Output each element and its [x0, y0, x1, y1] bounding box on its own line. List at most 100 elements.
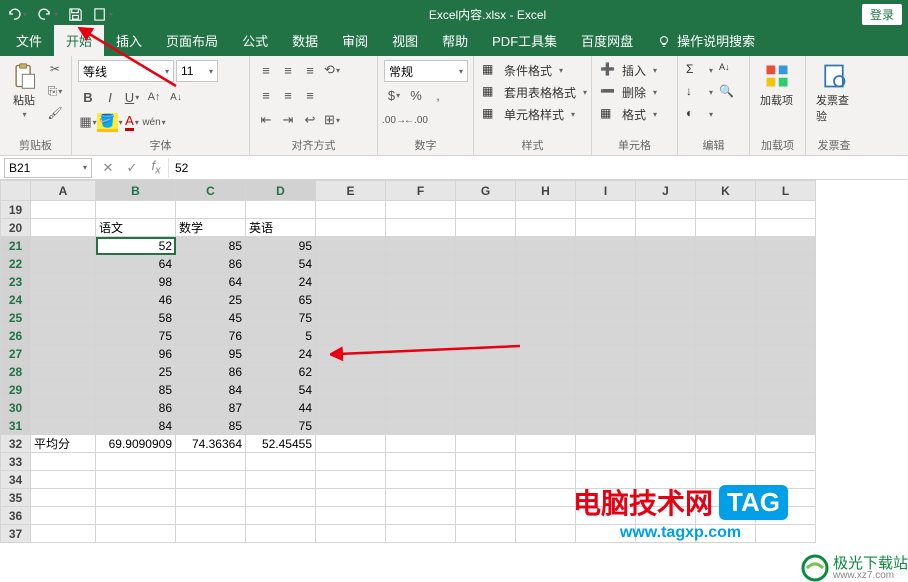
cell-B23[interactable]: 98 [96, 273, 176, 291]
row-header-28[interactable]: 28 [1, 363, 31, 381]
cell-D30[interactable]: 44 [246, 399, 316, 417]
formula-input[interactable]: 52 [168, 158, 908, 178]
cell-E22[interactable] [316, 255, 386, 273]
cell-C31[interactable]: 85 [176, 417, 246, 435]
orientation-icon[interactable]: ⟲▾ [322, 60, 342, 80]
cell-D19[interactable] [246, 201, 316, 219]
cell-F36[interactable] [386, 507, 456, 525]
cell-D25[interactable]: 75 [246, 309, 316, 327]
cell-C34[interactable] [176, 471, 246, 489]
cell-L19[interactable] [756, 201, 816, 219]
cell-C30[interactable]: 87 [176, 399, 246, 417]
cell-A32[interactable]: 平均分 [31, 435, 96, 453]
cell-J27[interactable] [636, 345, 696, 363]
row-header-29[interactable]: 29 [1, 381, 31, 399]
cancel-formula-icon[interactable]: ✕ [96, 158, 120, 178]
bold-icon[interactable]: B [78, 87, 98, 107]
cell-D26[interactable]: 5 [246, 327, 316, 345]
column-header-L[interactable]: L [756, 181, 816, 201]
cell-F23[interactable] [386, 273, 456, 291]
enter-formula-icon[interactable]: ✓ [120, 158, 144, 178]
row-header-26[interactable]: 26 [1, 327, 31, 345]
column-header-E[interactable]: E [316, 181, 386, 201]
cell-I22[interactable] [576, 255, 636, 273]
cell-D33[interactable] [246, 453, 316, 471]
cell-K20[interactable] [696, 219, 756, 237]
cell-J25[interactable] [636, 309, 696, 327]
cell-D35[interactable] [246, 489, 316, 507]
cell-L33[interactable] [756, 453, 816, 471]
column-header-A[interactable]: A [31, 181, 96, 201]
cell-H23[interactable] [516, 273, 576, 291]
cell-D29[interactable]: 54 [246, 381, 316, 399]
cell-B22[interactable]: 64 [96, 255, 176, 273]
addin-button[interactable]: 加载项 [756, 60, 797, 110]
cell-E23[interactable] [316, 273, 386, 291]
cell-E34[interactable] [316, 471, 386, 489]
cell-B34[interactable] [96, 471, 176, 489]
cell-E29[interactable] [316, 381, 386, 399]
underline-icon[interactable]: U▾ [122, 87, 142, 107]
cell-I29[interactable] [576, 381, 636, 399]
fx-icon[interactable]: fx [144, 158, 168, 178]
tab-pdf[interactable]: PDF工具集 [480, 25, 569, 56]
cell-E30[interactable] [316, 399, 386, 417]
tab-data[interactable]: 数据 [280, 25, 330, 56]
cell-H24[interactable] [516, 291, 576, 309]
cell-H33[interactable] [516, 453, 576, 471]
cell-F24[interactable] [386, 291, 456, 309]
cell-A35[interactable] [31, 489, 96, 507]
cell-C24[interactable]: 25 [176, 291, 246, 309]
cell-F27[interactable] [386, 345, 456, 363]
cell-B24[interactable]: 46 [96, 291, 176, 309]
row-header-30[interactable]: 30 [1, 399, 31, 417]
cell-D23[interactable]: 24 [246, 273, 316, 291]
cell-B19[interactable] [96, 201, 176, 219]
cell-K30[interactable] [696, 399, 756, 417]
cell-J22[interactable] [636, 255, 696, 273]
cell-D34[interactable] [246, 471, 316, 489]
row-header-21[interactable]: 21 [1, 237, 31, 255]
column-header-B[interactable]: B [96, 181, 176, 201]
cell-E26[interactable] [316, 327, 386, 345]
cell-L26[interactable] [756, 327, 816, 345]
column-header-F[interactable]: F [386, 181, 456, 201]
cell-C36[interactable] [176, 507, 246, 525]
cell-B35[interactable] [96, 489, 176, 507]
row-header-34[interactable]: 34 [1, 471, 31, 489]
cell-I32[interactable] [576, 435, 636, 453]
cell-I27[interactable] [576, 345, 636, 363]
cell-J28[interactable] [636, 363, 696, 381]
phonetic-icon[interactable]: wén▾ [144, 112, 164, 132]
cell-H29[interactable] [516, 381, 576, 399]
cell-C28[interactable]: 86 [176, 363, 246, 381]
cell-D37[interactable] [246, 525, 316, 543]
cell-B21[interactable]: 52 [96, 237, 176, 255]
tab-file[interactable]: 文件 [4, 25, 54, 56]
cell-C23[interactable]: 64 [176, 273, 246, 291]
italic-icon[interactable]: I [100, 87, 120, 107]
cell-H22[interactable] [516, 255, 576, 273]
cell-C27[interactable]: 95 [176, 345, 246, 363]
cell-K28[interactable] [696, 363, 756, 381]
cell-F25[interactable] [386, 309, 456, 327]
cell-I33[interactable] [576, 453, 636, 471]
cell-J29[interactable] [636, 381, 696, 399]
cell-H26[interactable] [516, 327, 576, 345]
cell-E21[interactable] [316, 237, 386, 255]
cell-styles-button[interactable]: ▦单元格样式▾ [480, 104, 589, 124]
cell-F30[interactable] [386, 399, 456, 417]
cell-G25[interactable] [456, 309, 516, 327]
cell-C25[interactable]: 45 [176, 309, 246, 327]
cell-I20[interactable] [576, 219, 636, 237]
column-header-J[interactable]: J [636, 181, 696, 201]
cell-H25[interactable] [516, 309, 576, 327]
redo-icon[interactable]: ▾ [37, 6, 58, 22]
cell-E37[interactable] [316, 525, 386, 543]
cell-I28[interactable] [576, 363, 636, 381]
cell-F29[interactable] [386, 381, 456, 399]
align-right-icon[interactable]: ≡ [300, 85, 320, 105]
cell-G34[interactable] [456, 471, 516, 489]
cell-D24[interactable]: 65 [246, 291, 316, 309]
cell-J30[interactable] [636, 399, 696, 417]
